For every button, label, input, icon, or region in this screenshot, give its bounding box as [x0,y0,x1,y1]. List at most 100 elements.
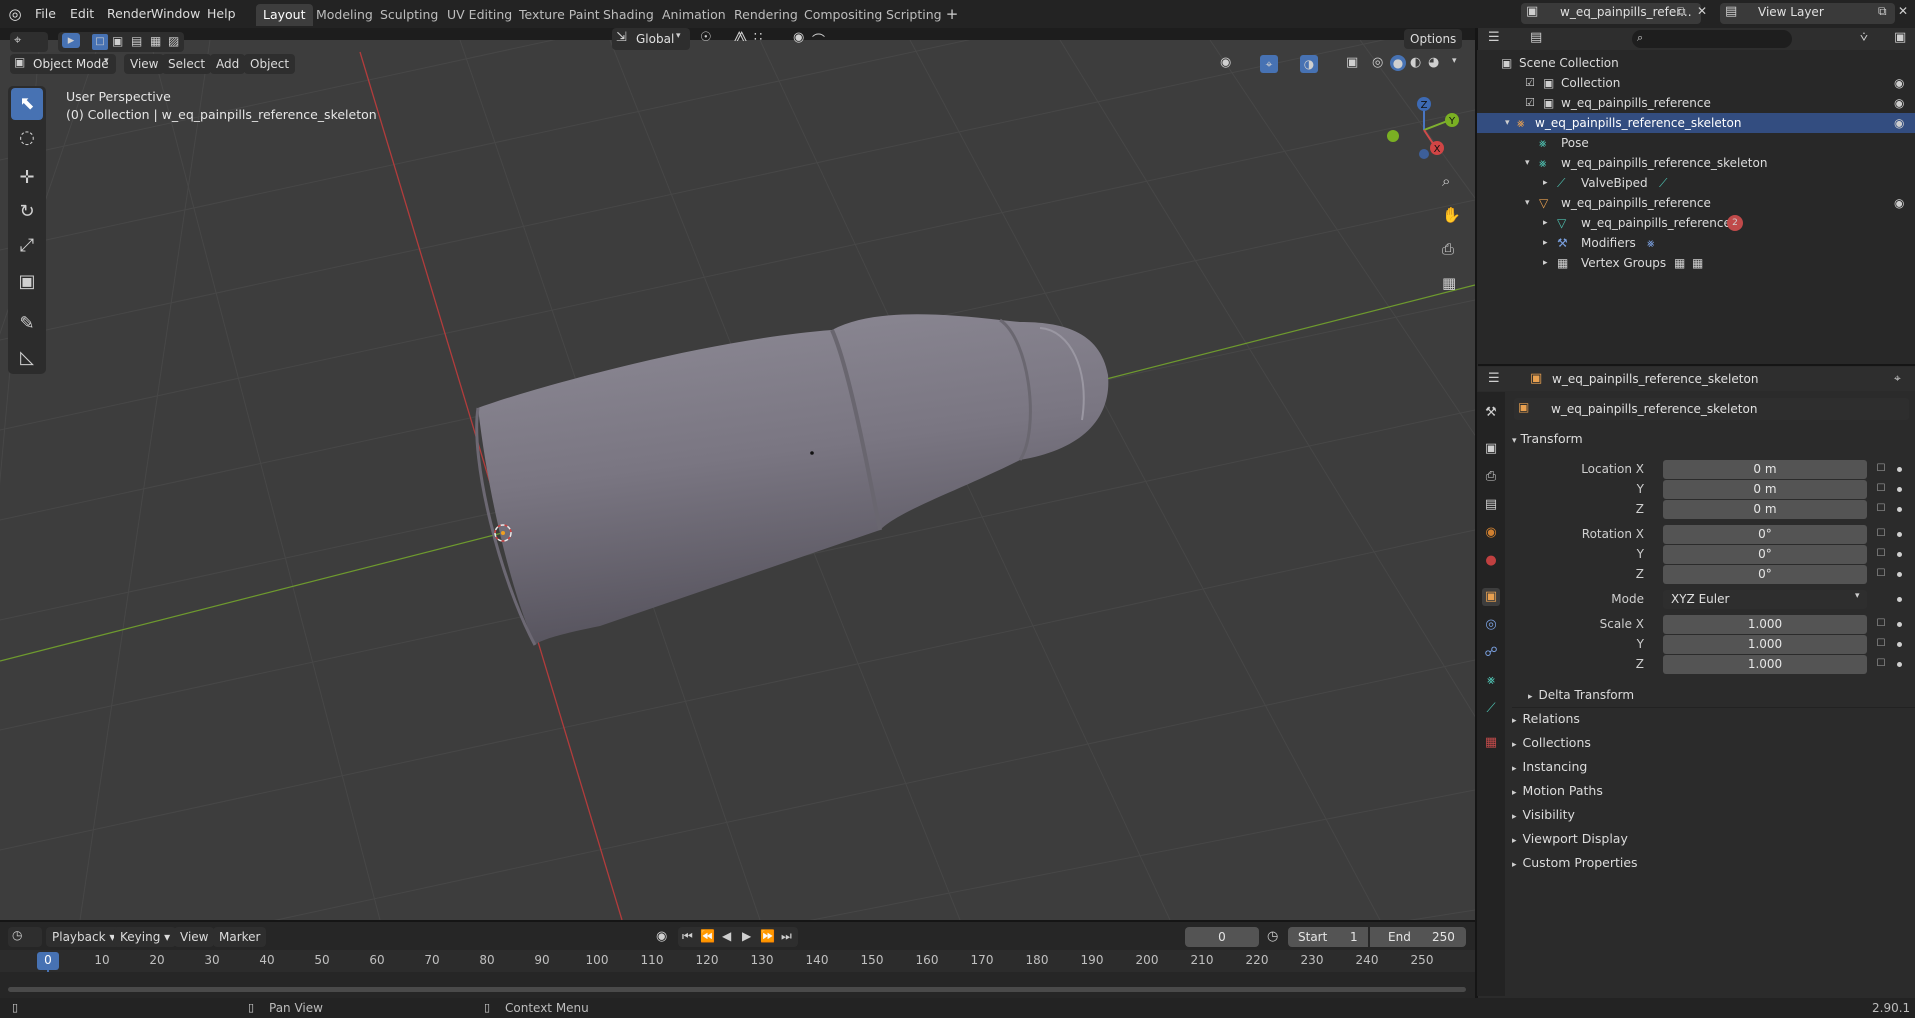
keyframe-dot-icon[interactable] [1897,642,1902,647]
lock-icon[interactable]: ☐ [1874,548,1888,562]
blender-logo-icon[interactable]: ◎ [6,5,24,23]
eye-icon[interactable]: ◉ [1894,73,1904,93]
eye-icon[interactable]: ◉ [1894,193,1904,213]
rotation-mode-dropdown[interactable]: XYZ Euler [1663,590,1867,609]
eye-icon[interactable]: ◉ [1894,113,1904,133]
lock-icon[interactable]: ☐ [1874,618,1888,632]
select-intersect-icon[interactable]: ▨ [168,34,179,48]
select-tool-icon[interactable]: ▸ [62,33,80,48]
constraints-tab-icon[interactable]: ☍ [1482,644,1500,662]
select-box-tool-icon[interactable]: ⬉ [11,88,43,120]
outliner-row-armature-data[interactable]: ▾ ⨳ w_eq_painpills_reference_skeleton [1477,153,1915,173]
play-icon[interactable]: ▶ [742,929,751,943]
ortho-grid-icon[interactable]: ▦ [1442,274,1456,292]
keyframe-dot-icon[interactable] [1897,552,1902,557]
scale-y-field[interactable]: 1.000 [1663,635,1867,654]
rendered-shading-icon[interactable]: ◕ [1428,55,1439,70]
outliner-row-skeleton[interactable]: ▾ ⨳ w_eq_painpills_reference_skeleton ◉ [1477,113,1915,133]
eye-icon[interactable]: ◉ [1894,93,1904,113]
xray-icon[interactable]: ▣ [1346,55,1358,70]
checkbox-icon[interactable]: ☑ [1525,73,1535,93]
pivot-point-icon[interactable]: ☉ [700,30,712,45]
outliner-row-valvebiped[interactable]: ▸ ⟋ ValveBiped ⟋ [1477,173,1915,193]
tab-uv-editing[interactable]: UV Editing [440,4,519,26]
tab-shading[interactable]: Shading [596,4,661,26]
properties-editor-icon[interactable]: ☰ [1488,371,1500,386]
collections-panel-header[interactable]: ▸ Collections [1512,733,1591,753]
view-layer-name[interactable]: View Layer [1758,5,1824,19]
record-icon[interactable]: ◉ [656,929,667,944]
gizmo-toggle-icon[interactable]: ⌖ [1260,55,1278,73]
rotation-z-field[interactable]: 0° [1663,565,1867,584]
current-frame-field[interactable]: 0 [1185,927,1259,947]
end-frame-field[interactable]: End 250 [1370,927,1466,947]
annotate-tool-icon[interactable]: ✎ [11,308,43,340]
visibility-icon[interactable]: ◉ [1220,55,1231,70]
expand-arrow-icon[interactable]: ▸ [1543,213,1548,233]
transform-panel-header[interactable]: ▾ Transform [1512,429,1583,449]
expand-arrow-icon[interactable]: ▸ [1543,233,1548,253]
armature-data-tab-icon[interactable]: ⨳ [1482,672,1500,690]
texture-tab-icon[interactable]: ▦ [1482,734,1500,752]
camera-view-icon[interactable]: ⎙ [1442,240,1454,258]
expand-arrow-icon[interactable]: ▾ [1525,193,1530,213]
menu-playback[interactable]: Playback ▾ [46,927,122,947]
keyframe-dot-icon[interactable] [1897,467,1902,472]
proportional-edit-icon[interactable]: ◉ [793,30,804,45]
view-layer-tab-icon[interactable]: ▤ [1482,496,1500,514]
menu-select[interactable]: Select [162,54,212,74]
new-view-layer-icon[interactable]: ⧉ [1878,4,1887,19]
display-mode-icon[interactable]: ▤ [1530,30,1542,45]
outliner-row-mesh-data[interactable]: ▸ ▽ w_eq_painpills_reference 2 [1477,213,1915,233]
material-shading-icon[interactable]: ◐ [1410,55,1421,70]
bone-tab-icon[interactable]: ⟋ [1482,700,1500,718]
close-scene-icon[interactable]: ✕ [1697,4,1707,18]
scene-tab-icon[interactable]: ◉ [1482,524,1500,542]
pin-icon[interactable]: ⌖ [1894,371,1901,386]
snap-icon[interactable]: ⨇ [734,30,747,45]
menu-view[interactable]: View [124,54,165,74]
render-tab-icon[interactable]: ▣ [1482,440,1500,458]
lock-icon[interactable]: ☐ [1874,463,1888,477]
shading-options-icon[interactable]: ▾ [1452,56,1457,66]
menu-object[interactable]: Object [244,54,296,74]
navigation-gizmo[interactable]: Z Y X [1380,90,1460,170]
scale-tool-icon[interactable]: ⤢ [11,230,43,262]
outliner-row-vertex-groups[interactable]: ▸ ▦ Vertex Groups ▦ ▦ [1477,253,1915,273]
prev-keyframe-icon[interactable]: ⏪ [700,929,715,943]
viewport-display-panel-header[interactable]: ▸ Viewport Display [1512,829,1628,849]
menu-keying[interactable]: Keying ▾ [114,927,177,947]
timeline-scrollbar[interactable] [8,987,1466,992]
lock-icon[interactable]: ☐ [1874,568,1888,582]
keyframe-dot-icon[interactable] [1897,507,1902,512]
custom-properties-panel-header[interactable]: ▸ Custom Properties [1512,853,1638,873]
scene-name[interactable]: w_eq_painpills_refer... [1560,5,1692,19]
transform-tool-icon[interactable]: ▣ [11,266,43,298]
keyframe-dot-icon[interactable] [1897,532,1902,537]
visibility-panel-header[interactable]: ▸ Visibility [1512,805,1575,825]
wireframe-shading-icon[interactable]: ◎ [1372,55,1383,70]
outliner-row-scene-collection[interactable]: ▣ Scene Collection [1477,53,1915,73]
solid-shading-icon[interactable]: ● [1390,55,1406,71]
checkbox-icon[interactable]: ☑ [1525,93,1535,113]
zoom-icon[interactable]: ⌕ [1442,172,1450,190]
keyframe-dot-icon[interactable] [1897,597,1902,602]
new-scene-icon[interactable]: ⧉ [1677,4,1686,19]
outliner-row-modifiers[interactable]: ▸ ⚒ Modifiers ⨳ [1477,233,1915,253]
tab-texture-paint[interactable]: Texture Paint [512,4,607,26]
location-y-field[interactable]: 0 m [1663,480,1867,499]
outliner-search-input[interactable] [1632,30,1792,48]
tab-rendering[interactable]: Rendering [727,4,805,26]
close-view-layer-icon[interactable]: ✕ [1898,4,1908,18]
options-button[interactable]: Options [1404,29,1463,49]
jump-start-icon[interactable]: ⏮ [682,929,693,944]
next-keyframe-icon[interactable]: ⏩ [760,929,775,943]
motion-paths-panel-header[interactable]: ▸ Motion Paths [1512,781,1603,801]
outliner-editor-icon[interactable]: ☰ [1488,30,1500,45]
lock-icon[interactable]: ☐ [1874,658,1888,672]
object-tab-icon[interactable]: ▣ [1482,588,1500,606]
menu-help[interactable]: Help [201,4,242,24]
outliner-row-painpills-collection[interactable]: ☑ ▣ w_eq_painpills_reference ◉ [1477,93,1915,113]
snap-target-icon[interactable]: ∷ [754,30,762,45]
lock-icon[interactable]: ☐ [1874,483,1888,497]
